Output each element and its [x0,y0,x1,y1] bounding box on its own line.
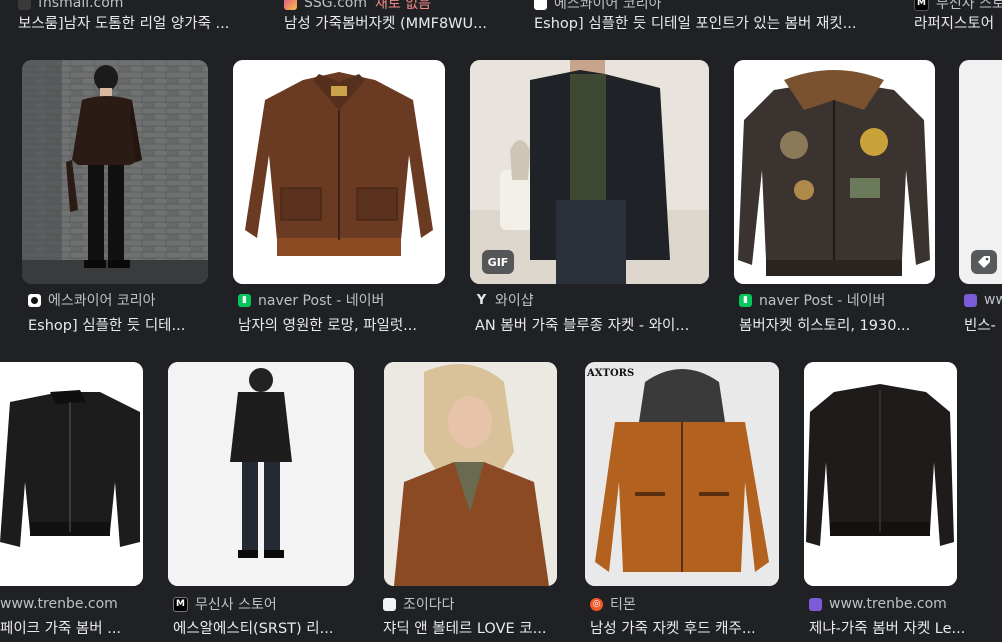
result-thumbnail[interactable] [0,362,143,586]
top-result-1[interactable]: fnsmall.com 보스룸]남자 도톰한 리얼 양가죽 ... [0,0,260,40]
naver-icon: ▮ [238,293,251,307]
zegna-bomber-photo [804,362,957,586]
gif-badge: GIF [482,250,514,274]
source-label: 조이다다 [403,597,455,613]
yshop-icon: Y [476,292,487,308]
result-title[interactable]: 남자의 영원한 로망, 파일럿... [238,315,443,337]
image-result[interactable]: 에스콰이어 코리아 Eshop] 심플한 듯 디테... [22,60,212,340]
image-result[interactable]: www.trenbe.com 제냐-가죽 봄버 자켓 Le... [803,362,973,642]
result-title[interactable]: 에스알에스티(SRST) 리... [173,618,358,640]
top-result-4[interactable]: M 무신사 스토어 라퍼지스토어 [900,0,1002,40]
source-label: naver Post - 네이버 [258,293,385,309]
brand-logo: AXTORS [587,368,635,379]
patched-bomber-photo [734,60,935,284]
joydada-icon [383,597,396,611]
ssg-icon [284,0,297,10]
source-label: www.trenbe.com [984,292,1002,308]
hooded-brown-jacket-photo [585,362,779,586]
result-title[interactable]: 제냐-가죽 봄버 자켓 Le... [809,618,969,640]
ad-badge: 새로 없음 [374,0,431,12]
trenbe-icon [809,597,822,611]
result-title[interactable]: Eshop] 심플한 듯 디테... [28,315,212,337]
result-thumbnail[interactable] [959,60,1002,284]
trenbe-icon [964,293,977,307]
source-label: 에스콰이어 코리아 [554,0,662,12]
result-title[interactable]: 빈스- [964,315,1002,337]
source-label: www.trenbe.com [0,596,118,612]
source-label: 에스콰이어 코리아 [48,293,156,309]
result-title[interactable]: 라퍼지스토어 [914,12,1002,34]
result-thumbnail[interactable]: GIF [470,60,709,284]
naver-icon: ▮ [739,293,752,307]
source-label: SSG.com [304,0,367,11]
musinsa-icon: M [173,596,188,612]
woman-black-jacket-photo [168,362,354,586]
result-thumbnail[interactable] [168,362,354,586]
top-result-2[interactable]: SSG.com 새로 없음 남성 가죽봄버자켓 (MMF8WU... [270,0,520,40]
result-title[interactable]: 봄버자켓 히스토리, 1930... [739,315,934,337]
source-label: www.trenbe.com [829,596,947,612]
fnsmall-icon [18,0,31,10]
image-result[interactable]: www.trenbe.com 빈스- [958,60,1002,340]
result-title[interactable]: 쟈딕 앤 볼테르 LOVE 코... [383,618,561,640]
image-result[interactable]: M 무신사 스토어 에스알에스티(SRST) 리... [167,362,362,642]
result-thumbnail[interactable] [233,60,445,284]
result-title[interactable]: AN 봄버 가죽 블루종 자켓 - 와이... [475,315,710,337]
image-result[interactable]: ▮ naver Post - 네이버 봄버자켓 히스토리, 1930... [733,60,938,340]
result-thumbnail[interactable] [22,60,208,284]
tmon-icon: ◎ [590,597,603,611]
image-result[interactable]: AXTORS ◎ 티몬 남성 가죽 자켓 후드 캐주... [584,362,784,642]
source-label: 와이샵 [495,293,534,309]
black-bomber-photo [0,362,143,586]
esquire-icon [534,0,547,10]
image-result[interactable]: www.trenbe.com 페이크 가죽 봄버 ... [0,362,150,642]
result-title[interactable]: 페이크 가죽 봄버 ... [0,618,140,640]
source-label: naver Post - 네이버 [759,293,886,309]
result-thumbnail[interactable]: AXTORS [585,362,779,586]
woman-tan-jacket-photo [384,362,557,586]
source-label: fnsmall.com [38,0,124,11]
result-title[interactable]: Eshop] 심플한 듯 디테일 포인트가 있는 봄버 재킷... [534,12,899,34]
result-thumbnail[interactable] [734,60,935,284]
source-label: 무신사 스토어 [195,597,277,613]
image-result[interactable]: 조이다다 쟈딕 앤 볼테르 LOVE 코... [383,362,563,642]
esquire-icon [28,293,41,307]
man-brick-wall-photo [22,60,208,284]
image-result[interactable]: ▮ naver Post - 네이버 남자의 영원한 로망, 파일럿... [232,60,447,340]
source-label: 무신사 스토어 [936,0,1002,12]
result-thumbnail[interactable] [384,362,557,586]
result-title[interactable]: 남성 가죽봄버자켓 (MMF8WU... [284,12,514,34]
result-thumbnail[interactable] [804,362,957,586]
musinsa-icon: M [914,0,929,11]
tag-icon [971,250,997,274]
result-title[interactable]: 보스룸]남자 도톰한 리얼 양가죽 ... [18,12,253,34]
source-label: 티몬 [610,597,636,613]
image-result[interactable]: GIF Y 와이샵 AN 봄버 가죽 블루종 자켓 - 와이... [469,60,714,340]
brown-leather-jacket-photo [233,60,445,284]
top-result-3[interactable]: 에스콰이어 코리아 Eshop] 심플한 듯 디테일 포인트가 있는 봄버 재킷… [520,0,900,40]
result-title[interactable]: 남성 가죽 자켓 후드 캐주... [590,618,780,640]
